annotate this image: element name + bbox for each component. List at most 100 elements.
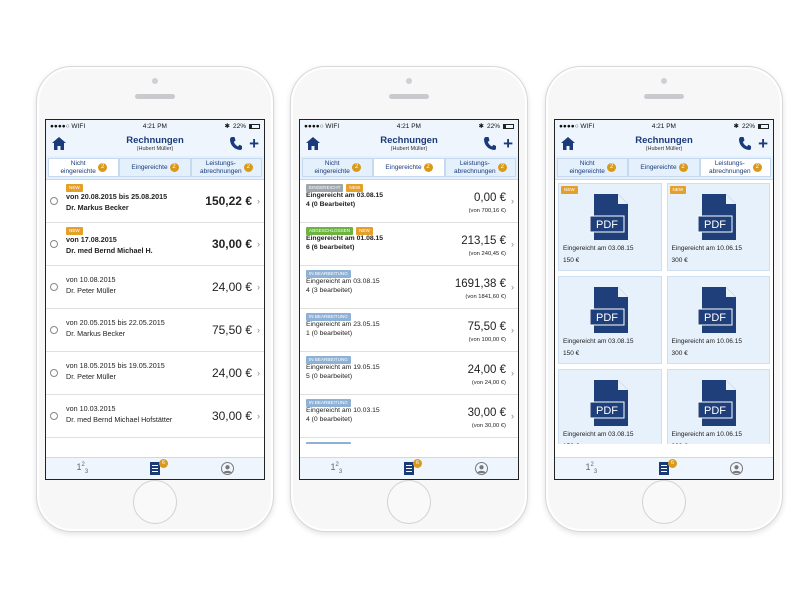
statement-card[interactable]: NEW PDF Eingereicht am 03.08.15 150 € [558, 183, 662, 271]
tab-label: Leistungs- abrechnungen [454, 160, 496, 175]
submission-row[interactable]: IN BEARBEITUNG Eingereicht am 19.05.15 5 (… [300, 352, 518, 395]
pdf-icon: PDF [698, 194, 737, 240]
documents-badge: 6 [158, 458, 168, 468]
pdf-label: PDF [704, 312, 726, 324]
submission-row[interactable]: IN BEARBEITUNG Eingereicht am 03.08.15 4 (… [300, 266, 518, 309]
user-icon [475, 462, 489, 475]
invoice-row[interactable]: von 10.08.2015 Dr. Peter Müller 24,00 € › [46, 266, 264, 309]
statement-amount: 150 € [563, 443, 579, 444]
tabbar-profile[interactable] [213, 460, 243, 478]
statement-card[interactable]: PDF Eingereicht am 10.06.15 300 € [666, 276, 770, 364]
user-icon [730, 462, 744, 475]
home-icon[interactable] [52, 137, 66, 150]
tab-eingereichte[interactable]: Eingereichte 2 [119, 158, 191, 177]
submission-list: EINGEREICHT NEW Eingereicht am 03.08.15 4 (… [300, 180, 518, 444]
tabbar-numbers[interactable]: 123 [321, 460, 351, 478]
select-radio[interactable] [50, 240, 58, 248]
invoice-row[interactable]: von 18.05.2015 bis 19.05.2015 Dr. Peter M… [46, 352, 264, 395]
tabbar-documents[interactable]: 6 [394, 458, 424, 478]
tabbar-numbers[interactable]: 123 [576, 460, 606, 478]
select-radio[interactable] [50, 283, 58, 291]
tabbar-numbers[interactable]: 123 [67, 460, 97, 478]
tag-line: NEW [66, 183, 252, 192]
pdf-label: PDF [596, 312, 618, 324]
tab-nicht-eingereichte[interactable]: Nicht eingereichte 2 [48, 158, 120, 177]
tab-badge: 2 [752, 163, 762, 172]
home-button[interactable] [133, 480, 177, 524]
tab-leistungsabrechnungen[interactable]: Leistungs- abrechnungen 2 [190, 158, 262, 177]
invoice-amount: 30,00 € [211, 409, 252, 423]
battery-icon [758, 123, 769, 129]
time-label: 4:21 PM [396, 122, 421, 130]
invoice-row[interactable]: NEW von 17.08.2015 Dr. med Bernd Michael H… [46, 223, 264, 266]
add-icon[interactable]: + [249, 135, 259, 152]
submission-row[interactable]: ABGESCHLOSSEN NEW Eingereicht am 01.08.15 6… [300, 223, 518, 266]
phone-icon[interactable] [739, 137, 751, 150]
home-button[interactable] [642, 480, 686, 524]
screen-statements: ●●●●○ WIFI 4:21 PM ✱ 22% Rechnungen (Hube… [554, 119, 774, 480]
status-badge: IN BEARBEITUNG [306, 312, 351, 321]
status-badge: EINGEREICHT [306, 183, 344, 192]
invoice-amount: 30,00 € [211, 237, 252, 251]
home-icon[interactable] [306, 137, 320, 150]
numbers-icon: 123 [585, 462, 598, 475]
tab-badge: 2 [98, 163, 108, 172]
tabbar-documents[interactable]: 6 [140, 458, 170, 478]
status-badge: IN BEARBEITUNG [306, 398, 351, 407]
battery-icon [249, 123, 260, 129]
submission-row[interactable]: IN BEARBEITUNG› [300, 438, 518, 444]
statement-date: Eingereicht am 10.06.15 [671, 431, 742, 438]
segment-tabs: Nicht eingereichte 2 Eingereichte 2 Leistu… [46, 156, 264, 180]
invoice-row[interactable]: von 10.03.2015 Dr. med Bernd Michael Hofs… [46, 395, 264, 438]
bluetooth-icon: ✱ [478, 123, 484, 130]
tab-bar: 123 6 [300, 457, 518, 479]
new-badge: NEW [66, 183, 83, 192]
tabbar-documents[interactable]: 6 [649, 458, 679, 478]
select-radio[interactable] [50, 369, 58, 377]
tag-line: IN BEARBEITUNG [306, 441, 506, 444]
statement-card[interactable]: PDF Eingereicht am 10.06.15 300 € [666, 369, 770, 444]
invoice-row[interactable]: von 20.05.2015 bis 22.05.2015 Dr. Markus … [46, 309, 264, 352]
tabbar-profile[interactable] [467, 460, 497, 478]
statement-card[interactable]: PDF Eingereicht am 03.08.15 150 € [558, 369, 662, 444]
camera [406, 78, 412, 84]
submission-row[interactable]: EINGEREICHT NEW Eingereicht am 03.08.15 4 (… [300, 180, 518, 223]
tab-bar: 123 6 [46, 457, 264, 479]
tab-nicht-eingereichte[interactable]: Nicht eingereichte 2 [302, 158, 374, 177]
tabbar-profile[interactable] [722, 460, 752, 478]
statement-card[interactable]: PDF Eingereicht am 03.08.15 150 € [558, 276, 662, 364]
chevron-right-icon: › [511, 282, 514, 292]
add-icon[interactable]: + [503, 135, 513, 152]
tab-bar: 123 6 [555, 457, 773, 479]
add-icon[interactable]: + [758, 135, 768, 152]
phone-icon[interactable] [484, 137, 496, 150]
tab-leistungsabrechnungen[interactable]: Leistungs- abrechnungen 2 [444, 158, 516, 177]
invoice-row[interactable]: von 05.03.2015› [46, 438, 264, 444]
chevron-right-icon: › [511, 411, 514, 421]
tab-nicht-eingereichte[interactable]: Nicht eingereichte 2 [557, 158, 629, 177]
select-radio[interactable] [50, 326, 58, 334]
tab-eingereichte[interactable]: Eingereichte 2 [628, 158, 700, 177]
subtitle-text: (Hubert Müller) [390, 145, 428, 152]
status-bar: ●●●●○ WIFI 4:21 PM ✱ 22% [555, 120, 773, 132]
phone-frame-2: ●●●●○ WIFI 4:21 PM ✱ 22% Rechnungen (Hube… [290, 66, 528, 532]
speaker [644, 94, 684, 99]
tab-eingereichte[interactable]: Eingereichte 2 [373, 158, 445, 177]
home-icon[interactable] [561, 137, 575, 150]
home-button[interactable] [387, 480, 431, 524]
chevron-right-icon: › [511, 196, 514, 206]
invoice-row[interactable]: NEW von 20.08.2015 bis 25.08.2015 Dr. Mark… [46, 180, 264, 223]
numbers-icon: 123 [76, 462, 89, 475]
submission-row[interactable]: IN BEARBEITUNG Eingereicht am 23.05.15 1 (… [300, 309, 518, 352]
page-title: Rechnungen (Hubert Müller) [380, 136, 438, 152]
select-radio[interactable] [50, 197, 58, 205]
statement-card[interactable]: NEW PDF Eingereicht am 10.06.15 300 € [666, 183, 770, 271]
invoice-amount: 75,50 € [211, 323, 252, 337]
submission-row[interactable]: IN BEARBEITUNG Eingereicht am 10.03.15 4 (… [300, 395, 518, 438]
select-radio[interactable] [50, 412, 58, 420]
new-badge: NEW [66, 226, 83, 235]
tab-badge: 2 [497, 163, 507, 172]
phone-icon[interactable] [230, 137, 242, 150]
tab-leistungsabrechnungen[interactable]: Leistungs- abrechnungen 2 [699, 158, 771, 177]
speaker [389, 94, 429, 99]
